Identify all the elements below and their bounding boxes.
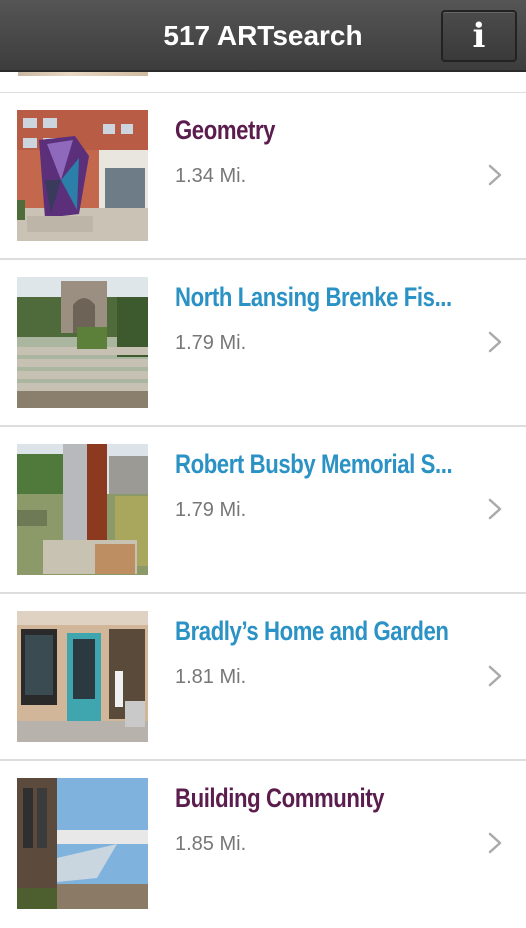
item-distance: 1.79 Mi. xyxy=(175,332,247,354)
list-item[interactable]: Geometry 1.34 Mi. xyxy=(0,93,526,260)
item-title: Bradly’s Home and Garden xyxy=(175,616,449,646)
info-icon: i xyxy=(472,16,486,56)
list-item[interactable]: Building Community 1.85 Mi. xyxy=(0,761,526,928)
item-distance: 1.34 Mi. xyxy=(175,165,247,187)
thumbnail-building-community xyxy=(17,778,148,909)
thumbnail-north-lansing xyxy=(17,277,148,408)
thumbnail-geometry xyxy=(17,110,148,241)
list-item-partial[interactable] xyxy=(0,72,526,93)
item-title: Building Community xyxy=(175,783,385,813)
item-distance: 1.85 Mi. xyxy=(175,833,247,855)
list-item[interactable]: Bradly’s Home and Garden 1.81 Mi. xyxy=(0,594,526,761)
art-list: Geometry 1.34 Mi. North Lansing Brenke F… xyxy=(0,93,526,928)
info-button[interactable]: i xyxy=(441,10,517,62)
item-title: Geometry xyxy=(175,115,276,145)
chevron-right-icon xyxy=(488,832,502,854)
thumbnail-partial xyxy=(18,72,148,76)
thumbnail-robert-busby xyxy=(17,444,148,575)
chevron-right-icon xyxy=(488,498,502,520)
item-distance: 1.79 Mi. xyxy=(175,499,247,521)
item-title: Robert Busby Memorial S... xyxy=(175,449,453,479)
item-distance: 1.81 Mi. xyxy=(175,666,247,688)
thumbnail-bradlys xyxy=(17,611,148,742)
chevron-right-icon xyxy=(488,665,502,687)
list-item[interactable]: North Lansing Brenke Fis... 1.79 Mi. xyxy=(0,260,526,427)
item-title: North Lansing Brenke Fis... xyxy=(175,282,452,312)
chevron-right-icon xyxy=(488,164,502,186)
list-item[interactable]: Robert Busby Memorial S... 1.79 Mi. xyxy=(0,427,526,594)
nav-bar: 517 ARTsearch i xyxy=(0,0,526,72)
chevron-right-icon xyxy=(488,331,502,353)
